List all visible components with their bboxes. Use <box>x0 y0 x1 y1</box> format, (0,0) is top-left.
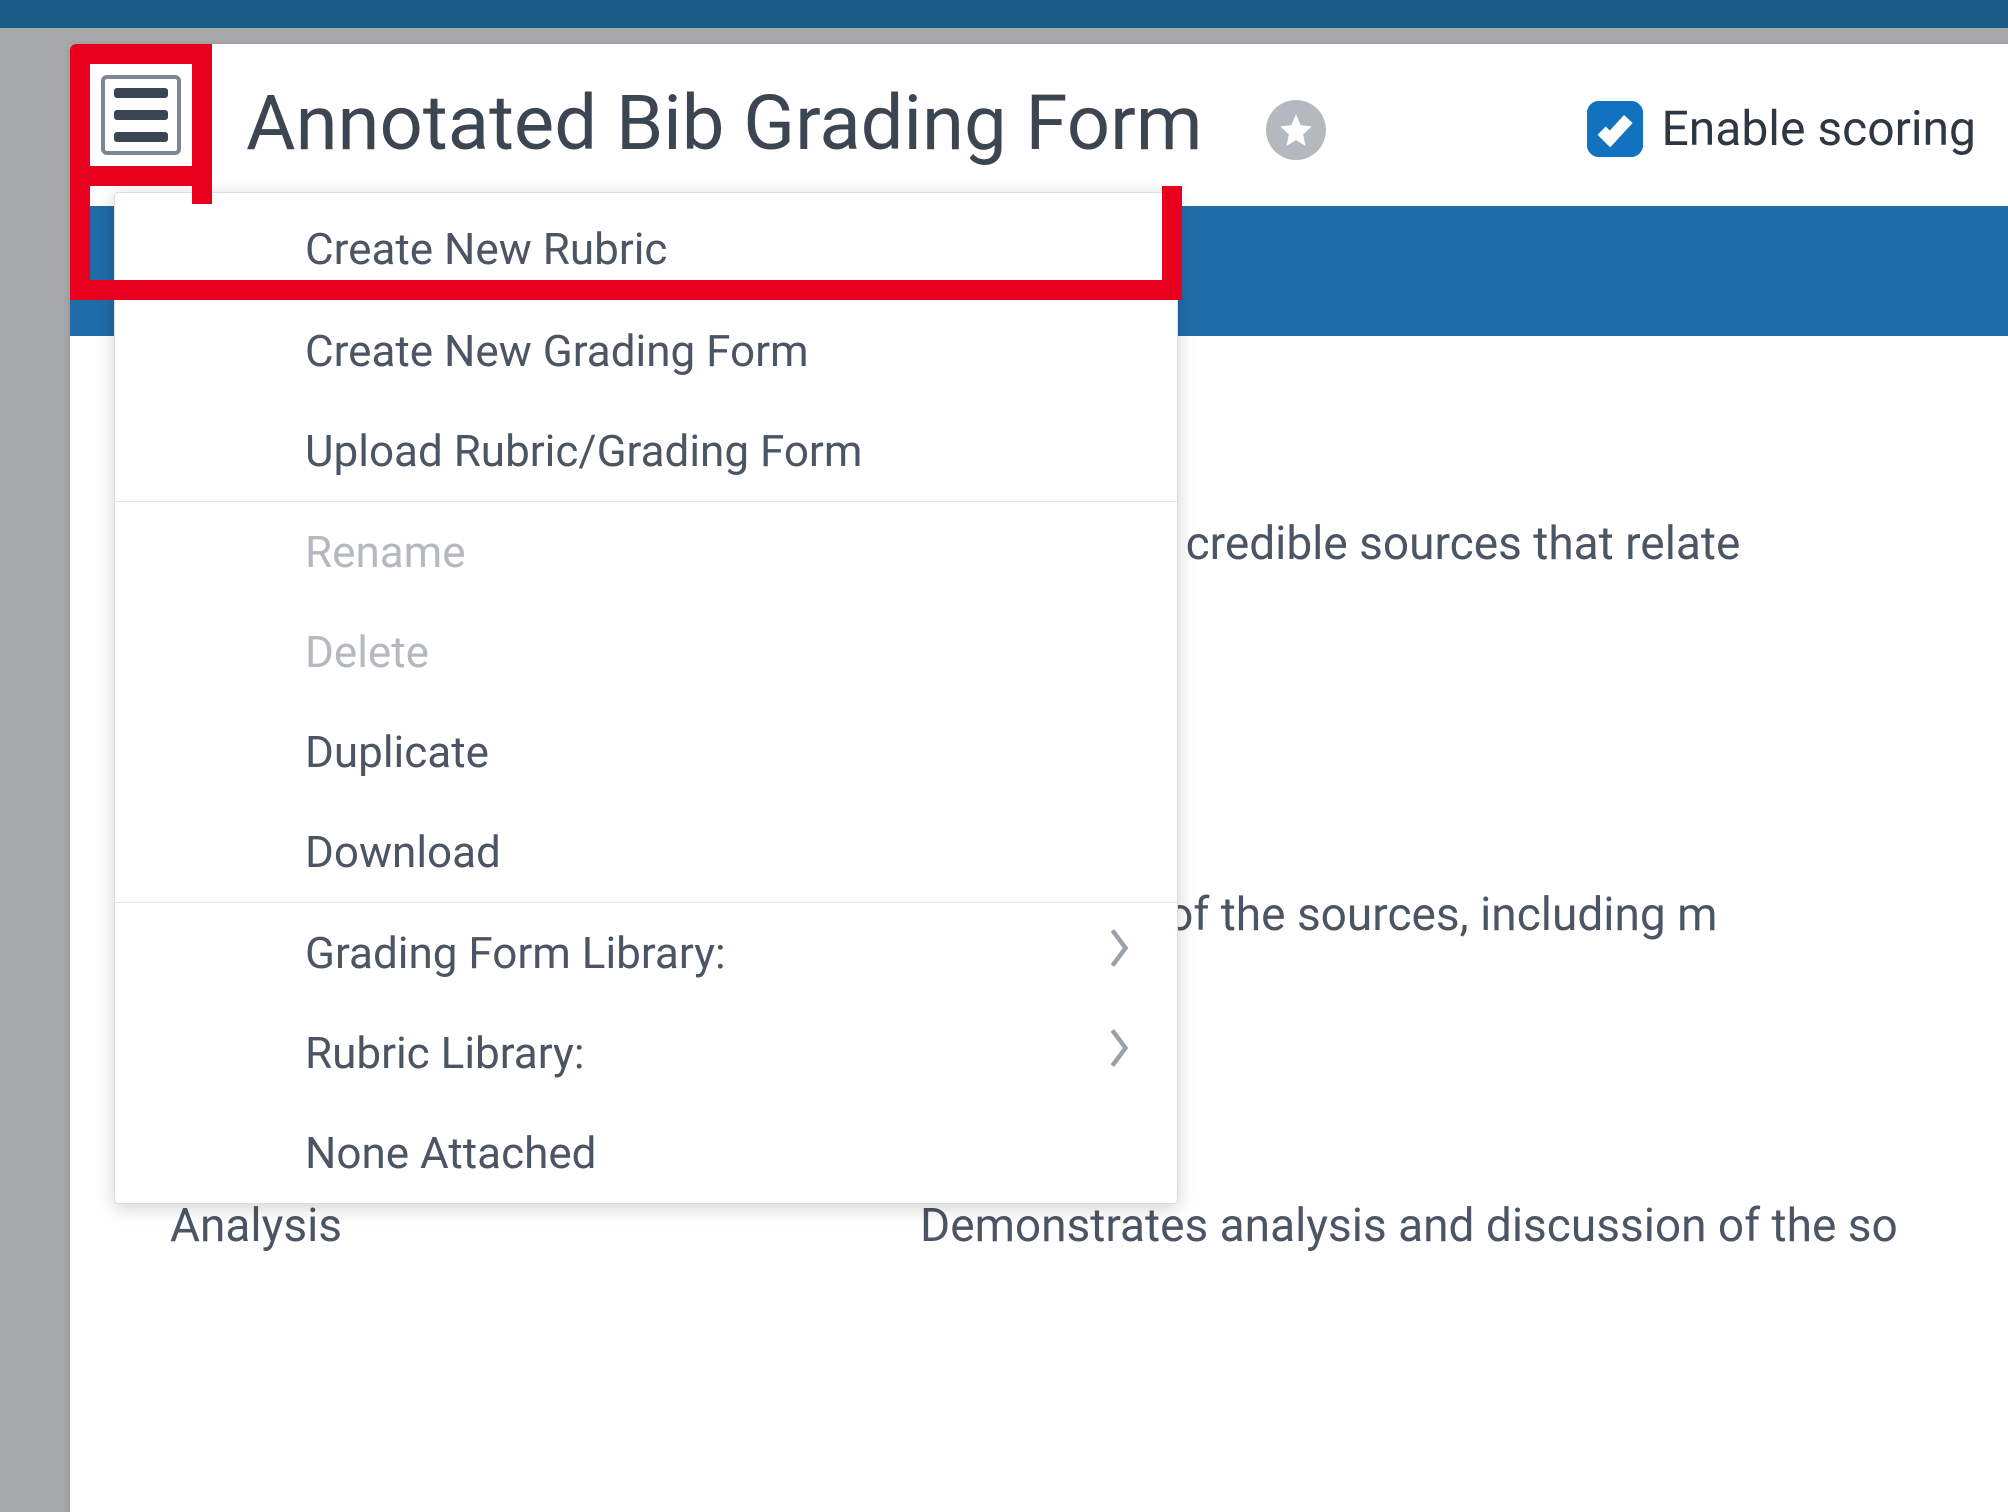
checkmark-icon <box>1595 109 1635 149</box>
menu-item-duplicate[interactable]: Duplicate <box>115 702 1177 802</box>
hamburger-dropdown-menu: Create New Rubric Create New Grading For… <box>114 192 1178 1204</box>
chevron-right-icon <box>1105 1026 1133 1081</box>
favorite-star-button[interactable] <box>1266 100 1326 160</box>
menu-item-rename[interactable]: Rename <box>115 502 1177 602</box>
enable-scoring-checkbox[interactable] <box>1587 101 1643 157</box>
chevron-right-icon <box>1105 926 1133 981</box>
menu-item-create-new-grading-form[interactable]: Create New Grading Form <box>115 301 1177 401</box>
menu-item-label: Download <box>305 826 501 878</box>
menu-item-label: None Attached <box>305 1127 597 1179</box>
menu-item-download[interactable]: Download <box>115 802 1177 902</box>
menu-item-label: Duplicate <box>305 726 489 778</box>
menu-item-label: Upload Rubric/Grading Form <box>305 425 862 477</box>
menu-item-none-attached[interactable]: None Attached <box>115 1103 1177 1203</box>
menu-item-delete[interactable]: Delete <box>115 602 1177 702</box>
menu-item-label: Create New Grading Form <box>305 325 809 377</box>
enable-scoring-label: Enable scoring <box>1661 100 1976 157</box>
criterion-cell: Analysis <box>70 1199 890 1253</box>
menu-item-label: Rubric Library: <box>305 1027 585 1079</box>
menu-item-create-new-rubric[interactable]: Create New Rubric <box>115 193 1177 301</box>
page-title: Annotated Bib Grading Form <box>246 78 1203 168</box>
description-cell: Demonstrates analysis and discussion of … <box>890 1199 2008 1253</box>
grading-form-panel: Annotated Bib Grading Form Enable scorin… <box>70 44 2008 1512</box>
panel-header: Annotated Bib Grading Form Enable scorin… <box>70 44 2008 188</box>
menu-button-highlight <box>70 44 212 186</box>
hamburger-menu-button[interactable] <box>101 75 181 155</box>
enable-scoring-toggle[interactable]: Enable scoring <box>1587 100 1976 157</box>
menu-item-upload-rubric-grading-form[interactable]: Upload Rubric/Grading Form <box>115 401 1177 501</box>
app-top-strip <box>0 0 2008 28</box>
menu-item-label: Rename <box>305 526 466 578</box>
menu-item-label: Grading Form Library: <box>305 927 726 979</box>
star-icon <box>1277 111 1315 149</box>
menu-item-label: Create New Rubric <box>305 223 667 275</box>
menu-item-rubric-library[interactable]: Rubric Library: <box>115 1003 1177 1103</box>
menu-item-label: Delete <box>305 626 429 678</box>
menu-item-grading-form-library[interactable]: Grading Form Library: <box>115 903 1177 1003</box>
